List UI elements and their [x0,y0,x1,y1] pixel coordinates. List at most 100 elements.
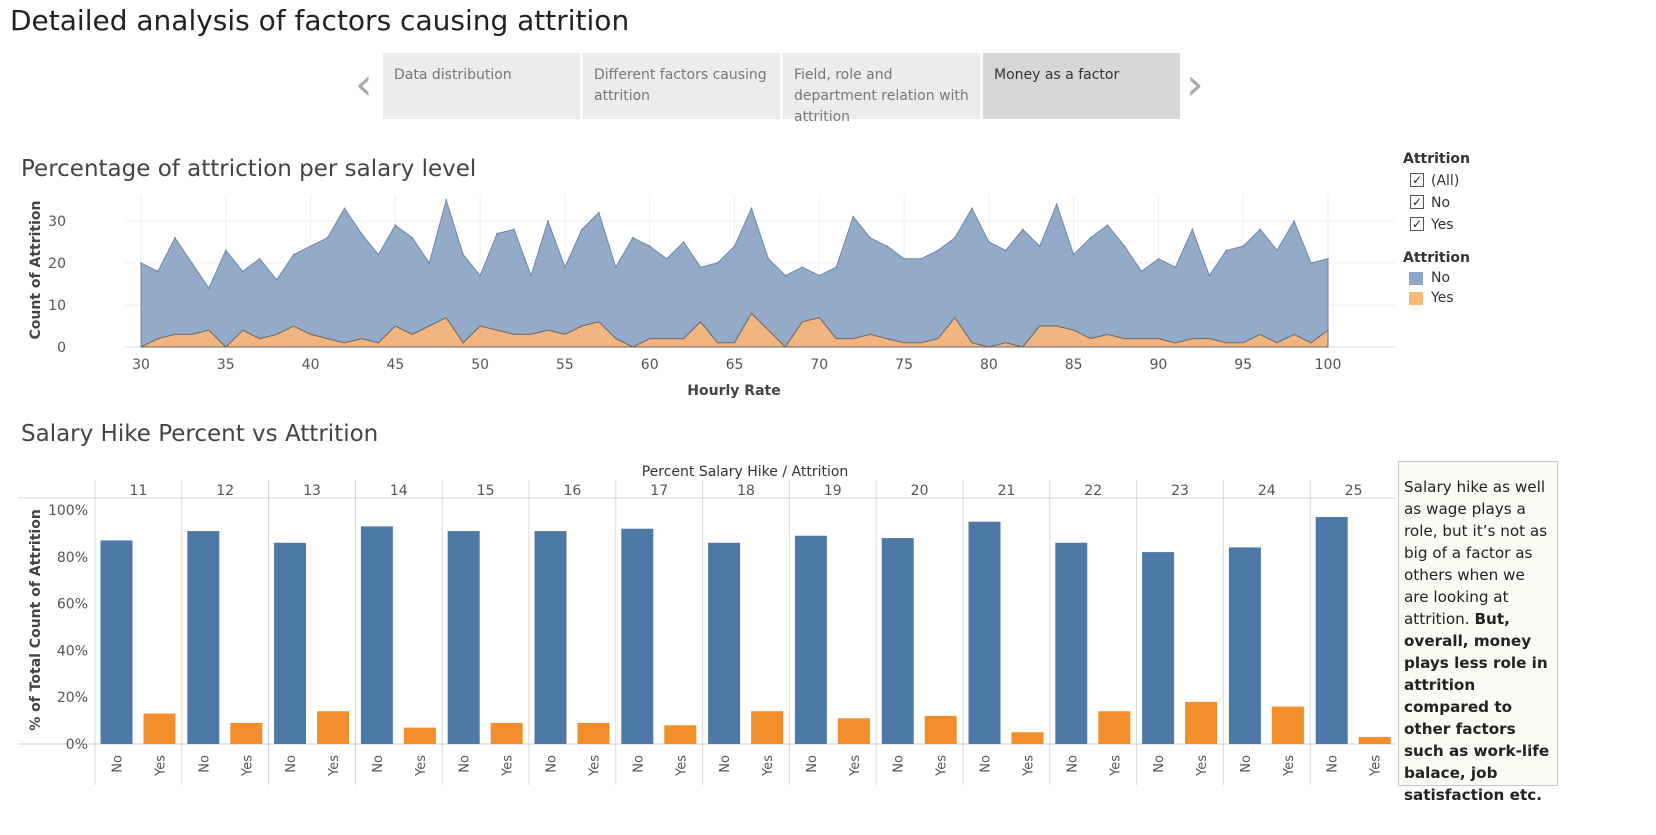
tab-money-as-a-factor[interactable]: Money as a factor [983,53,1180,119]
data-point-no [716,262,719,264]
y-tick-label: 0% [66,737,88,753]
data-point-no [733,245,736,248]
data-point-no [1055,203,1058,206]
sub-category-label: Yes [1195,755,1210,777]
sub-category-label: No [1239,755,1254,773]
data-point-yes [309,333,312,336]
attrition-area-chart: 30 35 40 45 50 55 60 65 70 75 80 85 90 95 100 0 10 20 30 Ho… [28,195,1395,399]
bar-yes [490,722,523,744]
data-point-yes [275,333,278,336]
data-point-no [1038,245,1041,248]
data-point-yes [394,325,397,327]
data-point-no [309,245,312,248]
data-point-yes [190,333,193,336]
data-point-no [987,241,990,243]
data-point-yes [140,346,142,348]
data-point-yes [614,337,617,340]
data-point-no [394,224,397,227]
data-point-no [1259,228,1262,231]
data-point-yes [207,329,210,332]
data-point-yes [224,346,227,348]
category-label: 13 [303,483,321,499]
sub-category-label: Yes [1022,755,1037,777]
checkbox-icon[interactable]: ✓ [1410,195,1424,209]
bar-yes [577,722,610,744]
legend-item-yes[interactable]: Yes [1403,288,1470,308]
bar-no [187,531,220,744]
data-point-no [1208,274,1211,277]
y-tick-label: 10 [48,298,66,314]
checkbox-icon[interactable]: ✓ [1410,217,1424,231]
x-tick-label: 30 [132,357,150,373]
x-tick-label: 45 [386,357,404,373]
next-tab-arrow[interactable]: › [1186,63,1204,107]
column-header-title: Percent Salary Hike / Attrition [642,464,849,480]
data-point-no [1072,253,1075,256]
bar-no [708,542,741,744]
data-point-yes [428,325,431,327]
legend-swatch [1409,292,1423,305]
prev-tab-arrow[interactable]: ‹ [355,63,373,107]
data-point-yes [479,325,482,327]
filter-item-no[interactable]: ✓ No [1403,192,1470,214]
tab-different-factors[interactable]: Different factors causing attrition [583,53,780,119]
data-point-no [970,207,973,210]
data-point-yes [784,346,787,348]
x-tick-label: 85 [1065,357,1083,373]
sub-category-label: Yes [154,755,169,777]
data-point-yes [326,337,329,340]
sub-category-label: No [1152,755,1167,773]
legend-swatch [1409,272,1423,285]
category-label: 24 [1258,483,1276,499]
category-label: 20 [911,483,929,499]
data-point-no [869,236,872,239]
data-point-yes [1276,341,1279,344]
sub-category-label: No [892,755,907,773]
sub-category-label: No [1065,755,1080,773]
data-point-no [903,257,906,260]
data-point-yes [1055,325,1058,327]
y-tick-label: 60% [57,597,88,613]
filter-item-all[interactable]: ✓ (All) [1403,170,1470,192]
sub-category-label: Yes [501,755,516,777]
sub-category-label: No [458,755,473,773]
data-point-no [292,253,295,256]
data-point-no [936,249,939,252]
data-point-yes [716,341,719,344]
data-point-yes [1174,341,1177,344]
category-label: 17 [650,483,668,499]
legend-item-no[interactable]: No [1403,268,1470,288]
sub-category-label: No [284,755,299,773]
data-point-no [479,274,482,277]
note-text: Salary hike as well as wage plays a role… [1404,478,1548,628]
sub-category-label: No [545,755,560,773]
data-point-no [207,287,210,290]
legend-label: No [1431,270,1451,286]
data-point-yes [343,341,346,344]
data-point-no [1242,245,1245,248]
data-point-no [597,211,600,214]
bar-no [968,521,1001,744]
data-point-no [326,236,329,239]
tab-data-distribution[interactable]: Data distribution [383,53,580,119]
salary-hike-bar-chart: Percent Salary Hike / Attrition 11 12 13 14 1… [18,464,1395,785]
data-point-no [852,215,855,218]
data-point-yes [173,333,176,336]
tab-label: Field, role and department relation with… [794,67,969,125]
data-point-no [1123,245,1126,248]
tab-field-role-department[interactable]: Field, role and department relation with… [783,53,980,125]
checkbox-icon[interactable]: ✓ [1410,173,1424,187]
data-point-no [1157,257,1160,260]
bar-no [534,531,567,744]
data-point-no [665,257,668,260]
insight-note: Salary hike as well as wage plays a role… [1398,461,1558,804]
y-tick-label: 20% [57,690,88,706]
filter-item-yes[interactable]: ✓ Yes [1403,214,1470,236]
data-point-yes [377,341,380,344]
sub-category-label: No [631,755,646,773]
sub-category-label: Yes [1108,755,1123,777]
data-point-no [784,274,787,277]
data-point-no [920,257,923,260]
data-point-yes [987,346,990,348]
sub-category-label: Yes [674,755,689,777]
